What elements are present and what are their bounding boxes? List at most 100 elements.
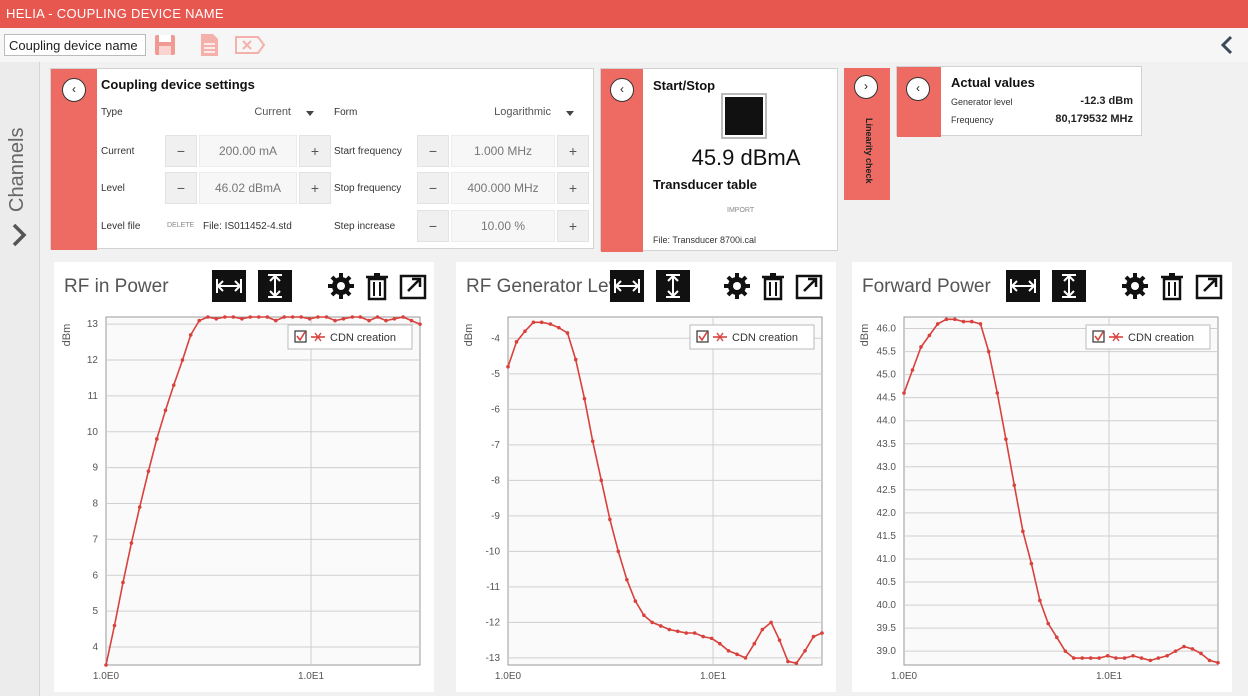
data-point	[1122, 656, 1127, 660]
step-increase-field[interactable]: 10.00 %	[451, 210, 555, 242]
fit-horizontal-icon[interactable]	[1006, 270, 1040, 302]
data-point	[358, 315, 363, 319]
y-tick-label: 40.5	[877, 577, 897, 588]
data-point	[104, 663, 108, 667]
generator-level-label: Generator level	[951, 97, 1013, 107]
y-tick-label: 44.0	[877, 416, 897, 427]
fit-vertical-icon[interactable]	[656, 270, 690, 302]
level-decrease-button[interactable]: −	[165, 172, 197, 204]
data-point	[214, 316, 219, 321]
gear-icon[interactable]	[324, 270, 358, 302]
collapse-coupling-button[interactable]: ‹	[62, 78, 86, 102]
chart-card-forward-power: Forward Power 39.0 39.5 40.0 40.5 41.0 41.5 42…	[852, 262, 1232, 692]
step-increase-button[interactable]: +	[557, 210, 589, 242]
gear-icon[interactable]	[1118, 270, 1152, 302]
stop-decrease-button[interactable]: −	[417, 172, 449, 204]
data-point	[769, 620, 773, 625]
start-frequency-field[interactable]: 1.000 MHz	[451, 135, 555, 167]
channels-sidebar[interactable]: Channels	[0, 62, 40, 696]
data-point	[188, 333, 193, 337]
data-point	[265, 315, 270, 319]
form-dropdown-icon[interactable]	[566, 111, 574, 117]
data-point	[523, 329, 527, 334]
document-icon[interactable]	[196, 32, 222, 58]
data-point	[1114, 656, 1118, 660]
data-point	[1054, 635, 1059, 640]
data-point	[590, 439, 595, 444]
data-point	[927, 333, 932, 338]
start-decrease-button[interactable]: −	[417, 135, 449, 167]
data-point	[514, 340, 519, 344]
data-point	[944, 317, 949, 322]
data-point	[658, 624, 663, 628]
start-increase-button[interactable]: +	[557, 135, 589, 167]
current-increase-button[interactable]: +	[299, 135, 331, 167]
chart-rf-in-power[interactable]: 4 5 6 7 8 9 10 11 12 13 1.0E0 1.0E1 dBm CDN creation	[54, 307, 434, 692]
x-tick-label: 1.0E0	[93, 671, 120, 682]
start-stop-button[interactable]	[721, 93, 767, 139]
data-point	[129, 541, 134, 545]
delete-file-button[interactable]: DELETE	[167, 222, 194, 229]
y-tick-label: 12	[87, 355, 99, 366]
popout-icon[interactable]	[792, 270, 826, 302]
linearity-label: Linearity check	[864, 118, 874, 184]
data-point	[692, 631, 697, 635]
data-point	[820, 631, 824, 635]
stop-increase-button[interactable]: +	[557, 172, 589, 204]
save-icon[interactable]	[152, 32, 178, 58]
startstop-reading: 45.9 dBmA	[691, 145, 801, 170]
data-point	[506, 364, 510, 369]
data-point	[392, 316, 397, 321]
type-dropdown-icon[interactable]	[306, 111, 314, 117]
y-tick-label: 41.5	[877, 531, 897, 542]
gear-icon[interactable]	[720, 270, 754, 302]
form-select[interactable]: Logarithmic	[471, 106, 551, 118]
collapse-actual-button[interactable]: ‹	[906, 77, 930, 101]
chevron-right-icon[interactable]	[8, 222, 32, 248]
trash-icon[interactable]	[360, 270, 394, 302]
step-decrease-button[interactable]: −	[417, 210, 449, 242]
data-point	[777, 638, 782, 642]
plot-area	[105, 316, 421, 666]
data-point	[256, 315, 261, 319]
legend-label: CDN creation	[732, 332, 798, 344]
channels-label: Channels	[6, 127, 28, 212]
data-point	[608, 517, 612, 522]
popout-icon[interactable]	[396, 270, 430, 302]
data-point	[794, 661, 799, 666]
data-point	[1097, 656, 1101, 660]
y-axis-label: dBm	[61, 324, 73, 347]
collapse-startstop-button[interactable]: ‹	[610, 78, 634, 102]
clear-tag-icon[interactable]	[234, 32, 266, 58]
data-point	[1131, 653, 1135, 658]
chart-forward-power[interactable]: 39.0 39.5 40.0 40.5 41.0 41.5 42.0 42.5 43.0 43.5…	[852, 307, 1232, 692]
current-label: Current	[101, 146, 135, 157]
type-select[interactable]: Current	[231, 106, 291, 118]
device-name-input[interactable]	[4, 34, 146, 56]
data-point	[1105, 653, 1110, 658]
chart-rf-generator-level[interactable]: -4 -5 -6 -7 -8 -9 -10 -11 -12 -13 1.0E0 1.0E1 dBm CDN…	[456, 307, 836, 692]
data-point	[743, 656, 748, 660]
fit-horizontal-icon[interactable]	[610, 270, 644, 302]
data-point	[1156, 656, 1161, 660]
fit-vertical-icon[interactable]	[258, 270, 292, 302]
linearity-check-panel[interactable]: › Linearity check	[844, 68, 890, 200]
level-increase-button[interactable]: +	[299, 172, 331, 204]
trash-icon[interactable]	[1155, 270, 1189, 302]
level-field[interactable]: 46.02 dBmA	[199, 172, 297, 204]
fit-vertical-icon[interactable]	[1052, 270, 1086, 302]
y-tick-label: 7	[92, 534, 98, 545]
back-chevron-icon[interactable]	[1216, 34, 1238, 56]
level-file-value: File: IS011452-4.std	[203, 221, 292, 232]
current-decrease-button[interactable]: −	[165, 135, 197, 167]
popout-icon[interactable]	[1192, 270, 1226, 302]
trash-icon[interactable]	[756, 270, 790, 302]
data-point	[121, 580, 125, 585]
fit-horizontal-icon[interactable]	[212, 270, 246, 302]
data-point	[282, 315, 287, 319]
data-point	[1165, 653, 1169, 658]
stop-frequency-field[interactable]: 400.000 MHz	[451, 172, 555, 204]
import-button[interactable]: IMPORT	[727, 207, 754, 214]
current-field[interactable]: 200.00 mA	[199, 135, 297, 167]
linearity-expand-button[interactable]: ›	[854, 75, 878, 99]
